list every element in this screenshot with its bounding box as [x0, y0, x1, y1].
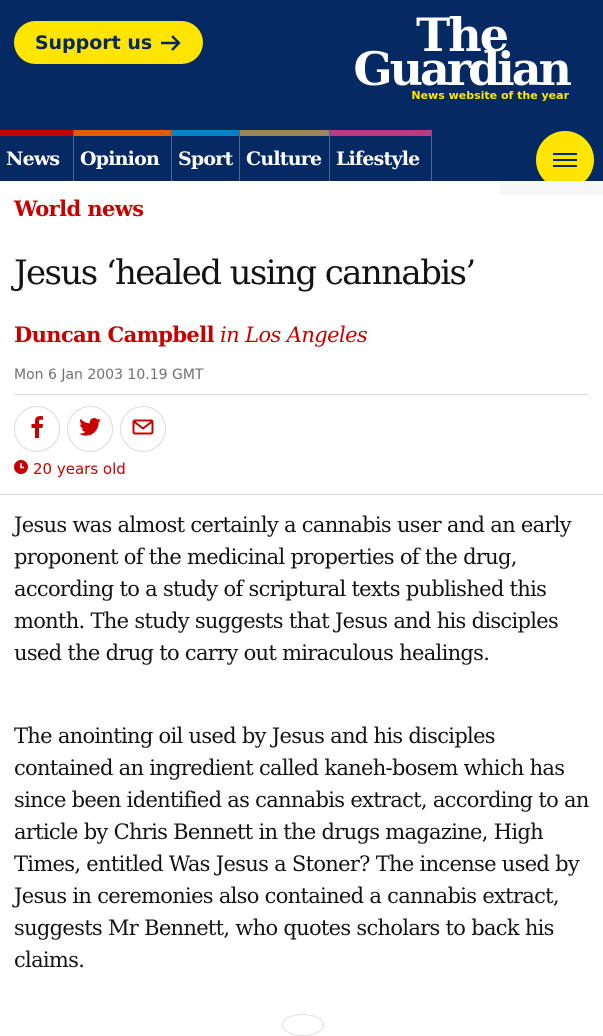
nav-item-label: Lifestyle: [336, 147, 420, 170]
publish-date: Mon 6 Jan 2003 10.19 GMT: [14, 367, 204, 383]
nav-item-sport[interactable]: Sport: [172, 130, 240, 181]
article-paragraph: Jesus was almost certainly a cannabis us…: [14, 513, 572, 665]
pillar-bar-culture: [240, 130, 329, 136]
support-us-label: Support us: [34, 31, 153, 54]
nav-item-label: News: [6, 147, 60, 170]
pillar-bar-news: [0, 130, 73, 136]
scroll-indicator[interactable]: [282, 1014, 324, 1036]
share-email-button[interactable]: [120, 406, 166, 452]
hamburger-icon: [553, 149, 577, 171]
logo-tagline: News website of the year: [411, 89, 569, 102]
section-label[interactable]: World news: [14, 196, 144, 221]
nav-item-opinion[interactable]: Opinion: [74, 130, 172, 181]
pillar-bar-lifestyle: [330, 130, 431, 136]
logo-guardian: Guardian: [353, 42, 572, 96]
share-facebook-button[interactable]: [14, 406, 60, 452]
support-us-button[interactable]: Support us: [14, 21, 203, 64]
nav-item-label: Sport: [178, 147, 233, 170]
nav-item-news[interactable]: News: [0, 130, 74, 181]
divider: [0, 494, 603, 495]
byline-location: in Los Angeles: [220, 323, 368, 347]
article-age-label: 20 years old: [33, 460, 126, 478]
author-link[interactable]: Duncan Campbell: [14, 322, 215, 347]
arrow-right-icon: [160, 34, 182, 52]
nav-item-label: Opinion: [80, 147, 160, 170]
masthead: Support us The Guardian News website of …: [0, 0, 603, 133]
email-icon: [132, 419, 154, 439]
twitter-icon: [79, 418, 101, 440]
nav-item-label: Culture: [246, 147, 322, 170]
facebook-icon: [30, 416, 44, 442]
nav-underlay: [0, 181, 603, 195]
main-nav: News Opinion Sport Culture Lifestyle: [0, 130, 603, 189]
nav-item-culture[interactable]: Culture: [240, 130, 330, 181]
article-headline: Jesus ‘healed using cannabis’: [14, 252, 476, 293]
pillar-bar-sport: [172, 130, 239, 136]
clock-icon: [14, 460, 28, 478]
byline: Duncan Campbell in Los Angeles: [14, 322, 368, 347]
divider: [14, 394, 588, 395]
article-age: 20 years old: [14, 460, 126, 478]
article-paragraph: The anointing oil used by Jesus and his …: [14, 724, 589, 972]
share-twitter-button[interactable]: [67, 406, 113, 452]
pillar-bar-opinion: [74, 130, 171, 136]
nav-item-lifestyle[interactable]: Lifestyle: [330, 130, 432, 181]
